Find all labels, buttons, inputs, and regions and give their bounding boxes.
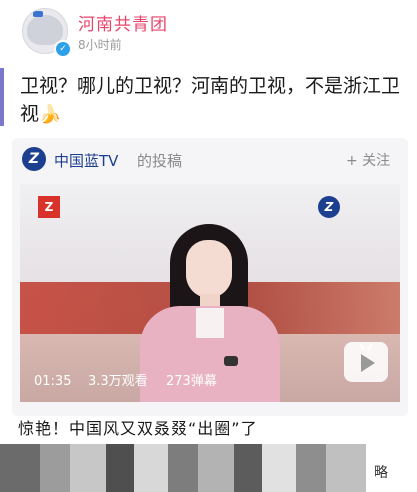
blurred-comments — [0, 444, 417, 492]
video-views: 3.3万观看 — [88, 374, 148, 389]
blur-block — [326, 444, 366, 492]
video-danmaku: 273弹幕 — [166, 374, 217, 389]
blur-block — [134, 444, 168, 492]
accent-bar — [0, 68, 4, 126]
more-label[interactable]: 略 — [374, 462, 388, 482]
author-name[interactable]: 河南共青团 — [78, 10, 168, 35]
blur-block — [262, 444, 296, 492]
channel-mark-icon: Z — [38, 196, 60, 218]
banana-emoji-icon: 🍌 — [39, 104, 62, 125]
video-duration: 01:35 — [34, 374, 72, 389]
post-text-content: 卫视？哪儿的卫视？河南的卫视，不是浙江卫视 — [20, 75, 401, 125]
blur-block — [198, 444, 234, 492]
blur-block — [234, 444, 262, 492]
source-logo-icon: Z — [22, 147, 46, 171]
video-thumbnail[interactable]: Z Z 01:35 3.3万观看 273弹幕 — [20, 184, 400, 402]
channel-logo-right-icon: Z — [318, 196, 398, 218]
source-name[interactable]: 中国蓝TV — [54, 150, 118, 171]
channel-mark-icon: Z — [318, 196, 340, 218]
blur-block — [168, 444, 198, 492]
video-title[interactable]: 惊艳！中国风又双叒叕“出圈”了 — [18, 415, 258, 439]
blur-block — [296, 444, 326, 492]
post-text: 卫视？哪儿的卫视？河南的卫视，不是浙江卫视🍌 — [20, 72, 410, 129]
anchor-face — [186, 240, 232, 298]
post-time: 8小时前 — [78, 38, 122, 52]
avatar-accent — [33, 11, 43, 17]
blur-block — [70, 444, 106, 492]
post-header: ✓ 河南共青团 8小时前 — [0, 0, 417, 62]
microphone-icon — [224, 356, 238, 366]
verified-icon: ✓ — [54, 40, 72, 58]
shared-video-card[interactable]: Z 中国蓝TV 的投稿 + 关注 Z Z 01:35 3.3万观看 273弹幕 — [12, 138, 408, 416]
channel-logo-left-icon: Z — [38, 196, 118, 218]
blur-block — [106, 444, 134, 492]
play-icon[interactable] — [344, 342, 388, 382]
video-meta: 01:35 3.3万观看 273弹幕 — [20, 370, 320, 394]
anchor-shirt — [196, 308, 224, 338]
follow-button[interactable]: + 关注 — [346, 150, 390, 170]
blur-block — [0, 444, 40, 492]
source-suffix: 的投稿 — [137, 152, 183, 170]
blur-block — [40, 444, 70, 492]
